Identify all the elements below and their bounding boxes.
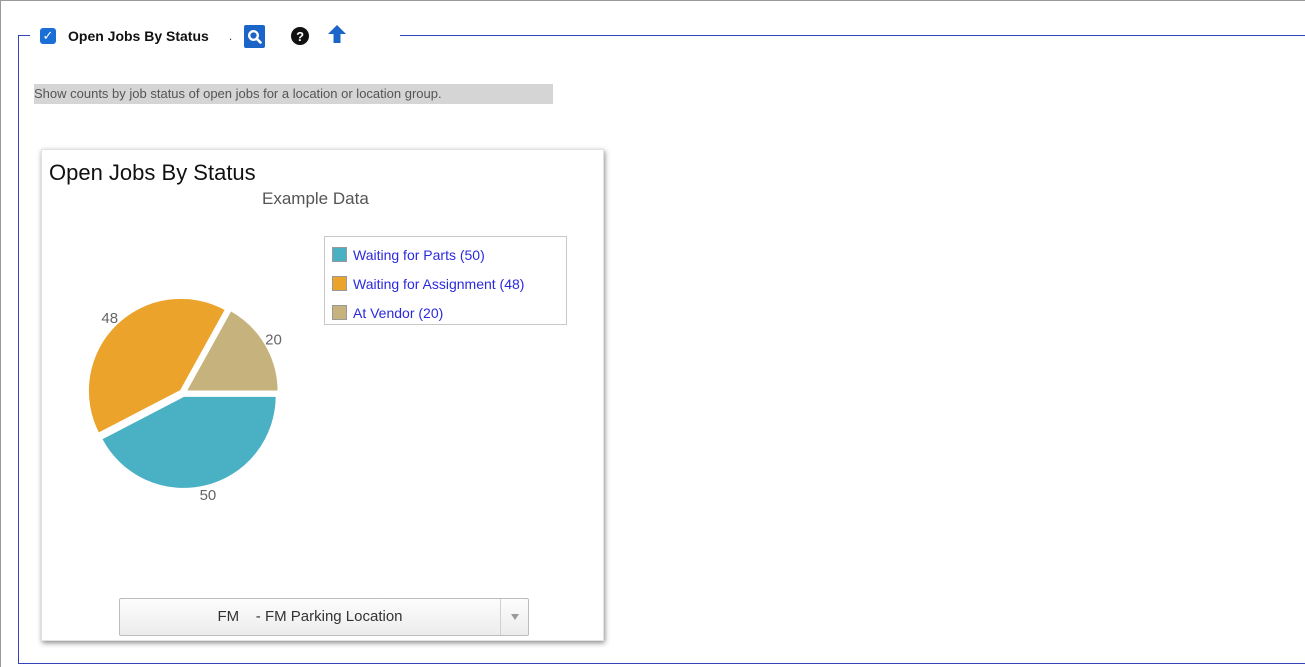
legend-swatch xyxy=(332,305,347,320)
chevron-down-icon[interactable] xyxy=(500,599,528,635)
frame-left-border xyxy=(0,0,1,667)
chart-legend: Waiting for Parts (50) Waiting for Assign… xyxy=(324,236,567,325)
legend-swatch xyxy=(332,276,347,291)
location-select-value: FM - FM Parking Location xyxy=(217,608,403,625)
help-icon[interactable]: ? xyxy=(291,27,310,45)
pie-data-label: 20 xyxy=(265,332,282,349)
section-description: Show counts by job status of open jobs f… xyxy=(34,84,553,104)
search-preview-icon[interactable] xyxy=(244,24,266,48)
pie-chart: 50 48 20 xyxy=(86,296,282,504)
fieldset-border-top-right xyxy=(400,35,1305,36)
section-header: ✓ Open Jobs By Status . ? xyxy=(40,24,347,48)
pie-data-label: 50 xyxy=(200,487,217,504)
legend-swatch xyxy=(332,247,347,262)
section-enable-checkbox[interactable]: ✓ xyxy=(40,28,56,44)
legend-label: Waiting for Assignment (48) xyxy=(353,275,525,292)
location-select[interactable]: FM - FM Parking Location xyxy=(119,598,529,636)
fieldset-border-top-left xyxy=(18,35,30,36)
legend-item[interactable]: At Vendor (20) xyxy=(332,298,566,327)
legend-label: At Vendor (20) xyxy=(353,304,444,321)
arrow-up-icon[interactable] xyxy=(327,24,347,49)
legend-label: Waiting for Parts (50) xyxy=(353,246,485,263)
section-title-dot: . xyxy=(228,29,233,43)
legend-item[interactable]: Waiting for Assignment (48) xyxy=(332,269,566,298)
frame-top-border xyxy=(0,0,1305,1)
pie-data-label: 48 xyxy=(101,310,118,327)
section-title: Open Jobs By Status xyxy=(68,28,209,44)
widget-card: Open Jobs By Status Example Data 50 48 20 … xyxy=(41,149,604,641)
legend-item[interactable]: Waiting for Parts (50) xyxy=(332,240,566,269)
help-icon-glyph: ? xyxy=(296,28,305,44)
